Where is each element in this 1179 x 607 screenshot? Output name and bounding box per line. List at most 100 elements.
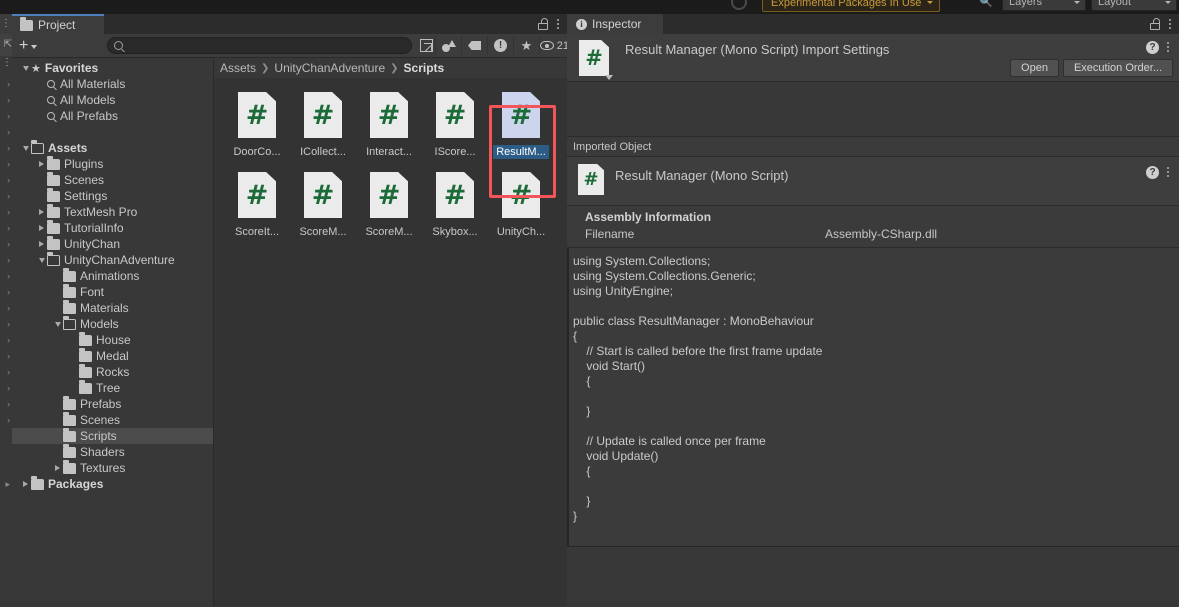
tree-item-scenes[interactable]: Scenes <box>12 172 213 188</box>
tree-item-all-materials[interactable]: All Materials <box>12 76 213 92</box>
clipped-tree-chevron-icon[interactable]: › <box>0 364 12 380</box>
chevron-down-icon[interactable] <box>605 75 613 80</box>
tree-item-models[interactable]: Models <box>12 316 213 332</box>
create-asset-button[interactable]: + <box>19 38 37 54</box>
asset-grid-item[interactable]: #UnityCh... <box>488 164 554 244</box>
tree-item-assets[interactable]: Assets <box>12 140 213 156</box>
tree-item-favorites[interactable]: ★Favorites <box>12 60 213 76</box>
tree-item-materials[interactable]: Materials <box>12 300 213 316</box>
breadcrumb-item[interactable]: UnityChanAdventure <box>274 61 385 75</box>
breadcrumb-item[interactable]: Assets <box>220 61 256 75</box>
kebab-menu-icon[interactable] <box>1167 40 1171 54</box>
tree-item-medal[interactable]: Medal <box>12 348 213 364</box>
clipped-tree-chevron-icon[interactable]: › <box>0 396 12 412</box>
open-button[interactable]: Open <box>1010 59 1059 77</box>
chevron-down-icon[interactable] <box>52 322 63 327</box>
asset-grid-item[interactable]: #DoorCo... <box>224 84 290 164</box>
execution-order-button[interactable]: Execution Order... <box>1063 59 1173 77</box>
visible-count-indicator[interactable]: 21 <box>539 36 569 55</box>
layers-dropdown[interactable]: Layers <box>1002 0 1086 11</box>
help-icon[interactable]: ? <box>1146 41 1159 54</box>
chevron-right-icon[interactable] <box>20 481 31 487</box>
help-icon[interactable]: ? <box>1146 166 1159 179</box>
project-folder-tree[interactable]: ★FavoritesAll MaterialsAll ModelsAll Pre… <box>12 58 214 606</box>
tree-item-unitychanadventure[interactable]: UnityChanAdventure <box>12 252 213 268</box>
asset-grid-item[interactable]: #Skybox... <box>422 164 488 244</box>
save-search-button[interactable]: ★ <box>513 36 539 55</box>
clipped-tree-chevron-icon[interactable]: › <box>0 380 12 396</box>
tree-item-animations[interactable]: Animations <box>12 268 213 284</box>
lock-icon[interactable] <box>538 18 548 30</box>
chevron-right-icon[interactable] <box>36 241 47 247</box>
asset-grid[interactable]: #DoorCo...#ICollect...#Interact...#IScor… <box>214 78 567 606</box>
tree-item-packages[interactable]: Packages <box>12 476 213 492</box>
tree-item-textures[interactable]: Textures <box>12 460 213 476</box>
project-search-box[interactable] <box>107 37 412 54</box>
tree-item-rocks[interactable]: Rocks <box>12 364 213 380</box>
experimental-packages-badge[interactable]: Experimental Packages In Use <box>762 0 940 12</box>
chevron-right-icon[interactable] <box>36 209 47 215</box>
clipped-tree-chevron-icon[interactable]: › <box>0 316 12 332</box>
clipped-tree-chevron-icon[interactable]: › <box>0 76 12 92</box>
clipped-panel-kebab2-icon[interactable]: ⋮ <box>0 56 12 70</box>
clipped-tree-chevron-icon[interactable]: ▸ <box>0 476 12 492</box>
clipped-tree-chevron-icon[interactable]: › <box>0 204 12 220</box>
chevron-down-icon[interactable] <box>20 66 31 71</box>
lock-icon[interactable] <box>1150 18 1160 30</box>
filter-by-label-button[interactable] <box>461 36 487 55</box>
tree-item-house[interactable]: House <box>12 332 213 348</box>
layout-dropdown[interactable]: Layout <box>1091 0 1177 11</box>
clipped-tree-chevron-icon[interactable]: › <box>0 140 12 156</box>
clipped-tree-chevron-icon[interactable]: › <box>0 188 12 204</box>
asset-grid-item[interactable]: #IScore... <box>422 84 488 164</box>
kebab-menu-icon[interactable] <box>1169 17 1173 31</box>
tree-item-all-models[interactable]: All Models <box>12 92 213 108</box>
tree-item-settings[interactable]: Settings <box>12 188 213 204</box>
kebab-menu-icon[interactable] <box>1167 165 1171 179</box>
asset-grid-item[interactable]: #ScoreM... <box>290 164 356 244</box>
global-search-icon[interactable]: 🔍 <box>975 0 997 10</box>
clipped-tree-chevron-icon[interactable]: › <box>0 172 12 188</box>
clipped-tree-chevron-icon[interactable]: › <box>0 332 12 348</box>
asset-grid-item[interactable]: #ScoreM... <box>356 164 422 244</box>
kebab-menu-icon[interactable] <box>557 17 561 31</box>
tree-item-all-prefabs[interactable]: All Prefabs <box>12 108 213 124</box>
chevron-right-icon[interactable] <box>36 161 47 167</box>
clipped-tree-chevron-icon[interactable]: › <box>0 92 12 108</box>
clipped-tree-chevron-icon[interactable]: › <box>0 220 12 236</box>
clipped-panel-kebab-icon[interactable]: ⋮ <box>0 14 12 34</box>
clipped-panel-tool-icon[interactable]: ⇱ <box>0 34 12 56</box>
chevron-down-icon[interactable] <box>36 258 47 263</box>
tree-item-plugins[interactable]: Plugins <box>12 156 213 172</box>
tree-item-tree[interactable]: Tree <box>12 380 213 396</box>
tree-item-tutorialinfo[interactable]: TutorialInfo <box>12 220 213 236</box>
tree-item-shaders[interactable]: Shaders <box>12 444 213 460</box>
chevron-down-icon[interactable] <box>20 146 31 151</box>
clipped-tree-chevron-icon[interactable]: › <box>0 348 12 364</box>
search-input[interactable] <box>123 40 411 52</box>
tab-project[interactable]: Project <box>12 14 104 34</box>
tree-item-scripts[interactable]: Scripts <box>12 428 213 444</box>
tree-item-font[interactable]: Font <box>12 284 213 300</box>
tree-item-unitychan[interactable]: UnityChan <box>12 236 213 252</box>
tree-item-prefabs[interactable]: Prefabs <box>12 396 213 412</box>
tab-inspector[interactable]: i Inspector <box>567 14 663 34</box>
asset-grid-item[interactable]: #ScoreIt... <box>224 164 290 244</box>
clipped-tree-chevron-icon[interactable]: › <box>0 300 12 316</box>
tree-item-scenes[interactable]: Scenes <box>12 412 213 428</box>
filter-by-type-button[interactable] <box>435 36 461 55</box>
clipped-tree-chevron-icon[interactable]: › <box>0 284 12 300</box>
clipped-tree-chevron-icon[interactable]: › <box>0 412 12 428</box>
clipped-tree-chevron-icon[interactable]: › <box>0 156 12 172</box>
clipped-tree-chevron-icon[interactable]: › <box>0 268 12 284</box>
asset-grid-item[interactable]: #Interact... <box>356 84 422 164</box>
asset-grid-item[interactable]: #ResultM... <box>488 84 554 164</box>
tree-item-textmesh-pro[interactable]: TextMesh Pro <box>12 204 213 220</box>
clipped-tree-chevron-icon[interactable]: › <box>0 236 12 252</box>
clipped-tree-chevron-icon[interactable]: › <box>0 252 12 268</box>
chevron-right-icon[interactable] <box>36 225 47 231</box>
breadcrumb[interactable]: Assets❯UnityChanAdventure❯Scripts <box>214 58 567 78</box>
clipped-tree-chevron-icon[interactable]: › <box>0 124 12 140</box>
breadcrumb-item[interactable]: Scripts <box>404 61 445 75</box>
filter-by-log-button[interactable]: ! <box>487 36 513 55</box>
